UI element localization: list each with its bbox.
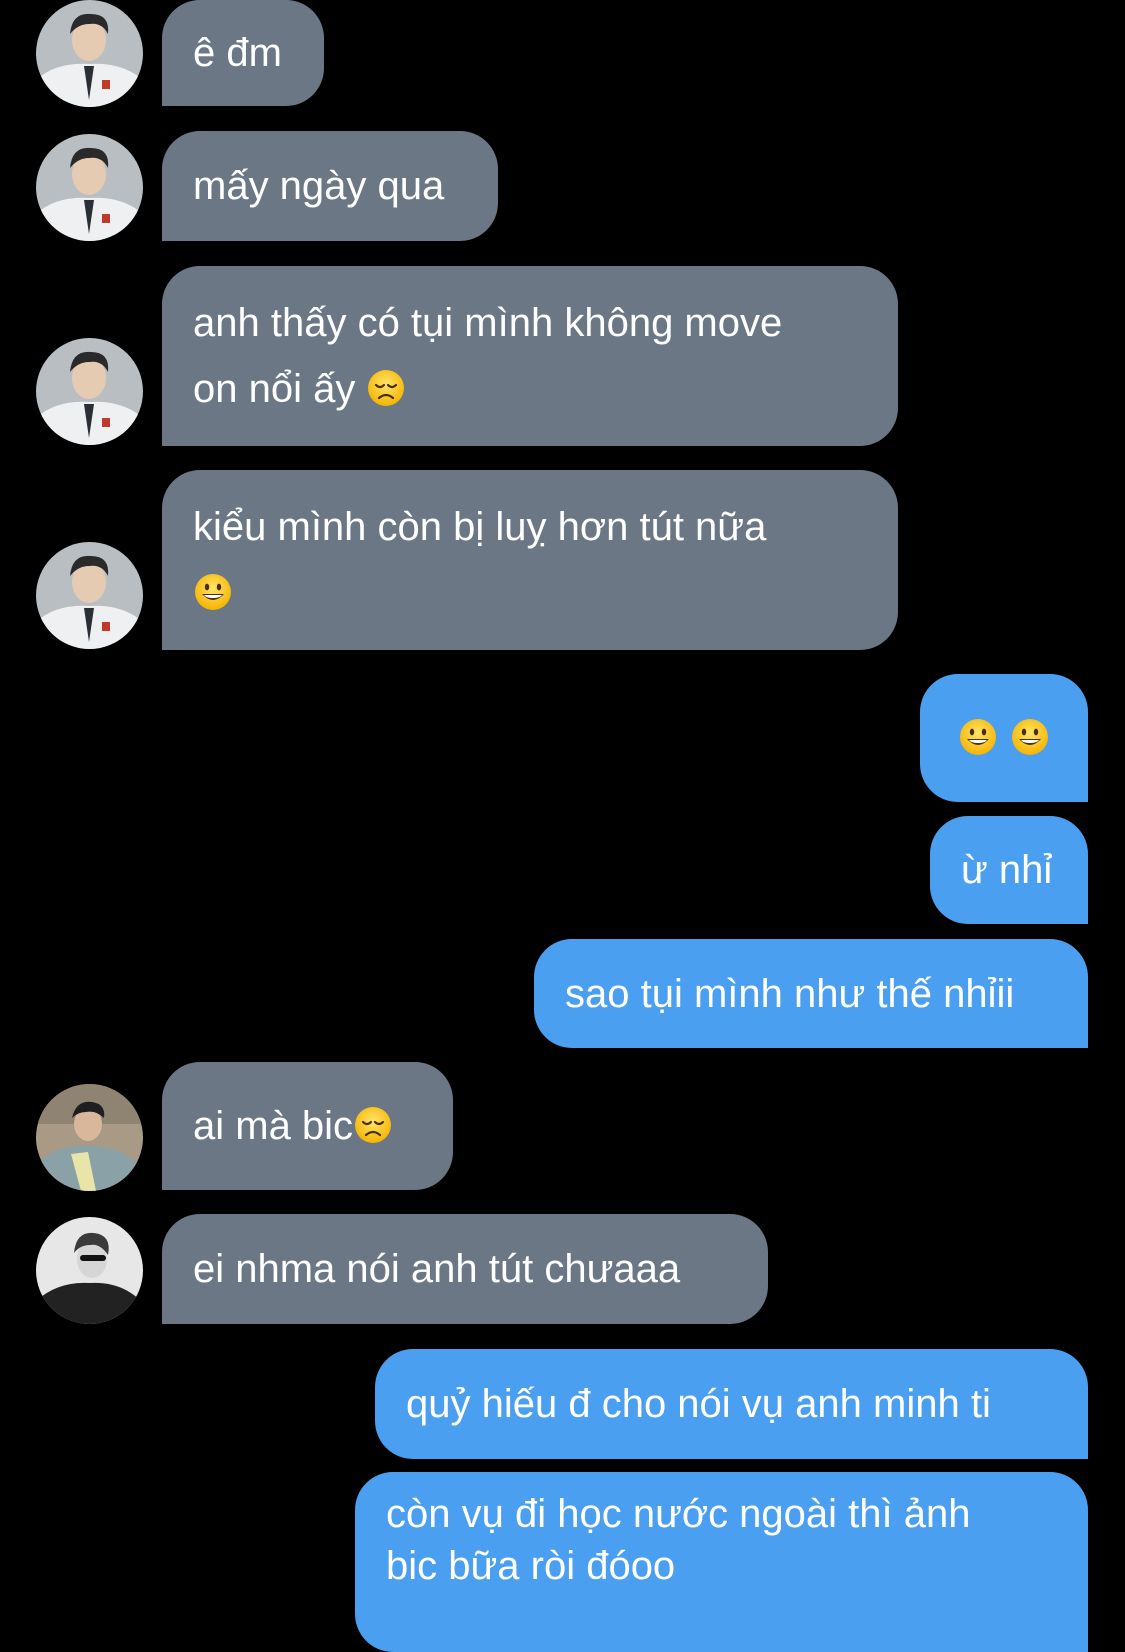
incoming-message-bubble[interactable]: kiểu mình còn bị luỵ hơn tút nữa [162,470,898,650]
message-text [998,716,1009,760]
avatar-image [36,1217,143,1324]
disappointed-face-emoji-icon [353,1105,393,1145]
avatar-image [36,338,143,445]
avatar-image [36,542,143,649]
message-text: mấy ngày qua [193,164,445,208]
outgoing-message-bubble[interactable] [920,674,1088,802]
grinning-face-emoji-icon [1010,717,1050,757]
message-text: sao tụi mình như thế nhỉii [565,971,1015,1016]
contact-avatar[interactable] [36,1084,143,1191]
contact-avatar[interactable] [36,0,143,107]
contact-avatar[interactable] [36,1217,143,1324]
message-text: ừ nhỉ [961,848,1053,892]
incoming-message-bubble[interactable]: mấy ngày qua [162,131,498,241]
message-text: còn vụ đi học nước ngoài thì ảnh bic bữa… [386,1492,971,1588]
outgoing-message-bubble[interactable]: còn vụ đi học nước ngoài thì ảnh bic bữa… [355,1472,1088,1652]
grinning-face-emoji-icon [193,572,233,612]
message-text: ai mà bic [193,1104,354,1148]
outgoing-message-bubble[interactable]: quỷ hiếu đ cho nói vụ anh minh ti [375,1349,1088,1459]
contact-avatar[interactable] [36,338,143,445]
contact-avatar[interactable] [36,542,143,649]
contact-avatar[interactable] [36,134,143,241]
disappointed-face-emoji-icon [366,368,406,408]
outgoing-message-bubble[interactable]: sao tụi mình như thế nhỉii [534,939,1088,1048]
incoming-message-bubble[interactable]: ai mà bic [162,1062,453,1190]
message-text: ê đm [193,31,282,75]
avatar-image [36,134,143,241]
avatar-image [36,0,143,107]
grinning-face-emoji-icon [958,717,998,757]
outgoing-message-bubble[interactable]: ừ nhỉ [930,816,1088,924]
message-text: ei nhma nói anh tút chưaaa [193,1247,681,1291]
incoming-message-bubble[interactable]: anh thấy có tụi mình không move on nổi ấ… [162,266,898,446]
message-text: anh thấy có tụi mình không move on nổi ấ… [193,301,783,411]
avatar-image [36,1084,143,1191]
message-text: quỷ hiếu đ cho nói vụ anh minh ti [406,1382,991,1426]
message-text: kiểu mình còn bị luỵ hơn tút nữa [193,505,767,549]
incoming-message-bubble[interactable]: ei nhma nói anh tút chưaaa [162,1214,768,1324]
incoming-message-bubble[interactable]: ê đm [162,0,324,106]
